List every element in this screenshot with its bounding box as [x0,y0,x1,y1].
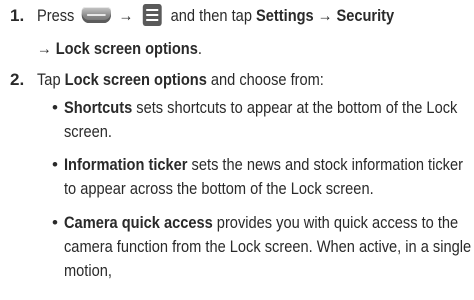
step-text: Tap [37,70,61,89]
menu-key-icon [142,4,162,27]
list-item-term: Camera quick access [64,213,213,232]
list-item-text: sets shortcuts to appear at the bottom o… [136,98,458,117]
step-number: 2. [10,70,25,89]
step-text: . [197,39,202,58]
step-text: and choose from: [210,70,324,89]
list-item-term: Shortcuts [64,98,133,117]
arrow-icon: → [37,39,52,58]
home-key-icon [81,7,112,24]
list-item-text: to appear across the bottom of the Lock … [64,179,374,198]
list-item-text: camera function from the Lock screen. Wh… [64,237,472,256]
step-text: and then tap [170,6,252,25]
arrow-icon: → [118,6,134,25]
step-2-line-1: Tap Lock screen options and choose from: [37,68,371,92]
step-1-line-2: → Lock screen options. [37,37,229,61]
lock-screen-options-term: Lock screen options [64,70,207,89]
list-item-text: provides you with quick access to the [216,213,459,232]
bullet-icon: • [52,155,58,174]
security-term: Security [336,6,395,25]
settings-term: Settings [256,6,314,25]
step-text: Press [37,6,75,25]
list-item-term: Information ticker [64,155,188,174]
list-item-text: sets the news and stock information tick… [191,155,463,174]
arrow-icon: → [317,6,333,25]
bullet-icon: • [52,213,58,232]
instructions-page: 1. Press → and then tap Settings → Secur… [0,0,474,300]
list-item-text: screen. [64,122,112,141]
step-1-line-1: Press → and then tap Settings → Security [37,4,452,29]
bullet-icon: • [52,98,58,117]
step-number: 1. [10,6,25,25]
lock-screen-options-term: Lock screen options [55,39,198,58]
list-item-text: motion, [64,261,112,280]
